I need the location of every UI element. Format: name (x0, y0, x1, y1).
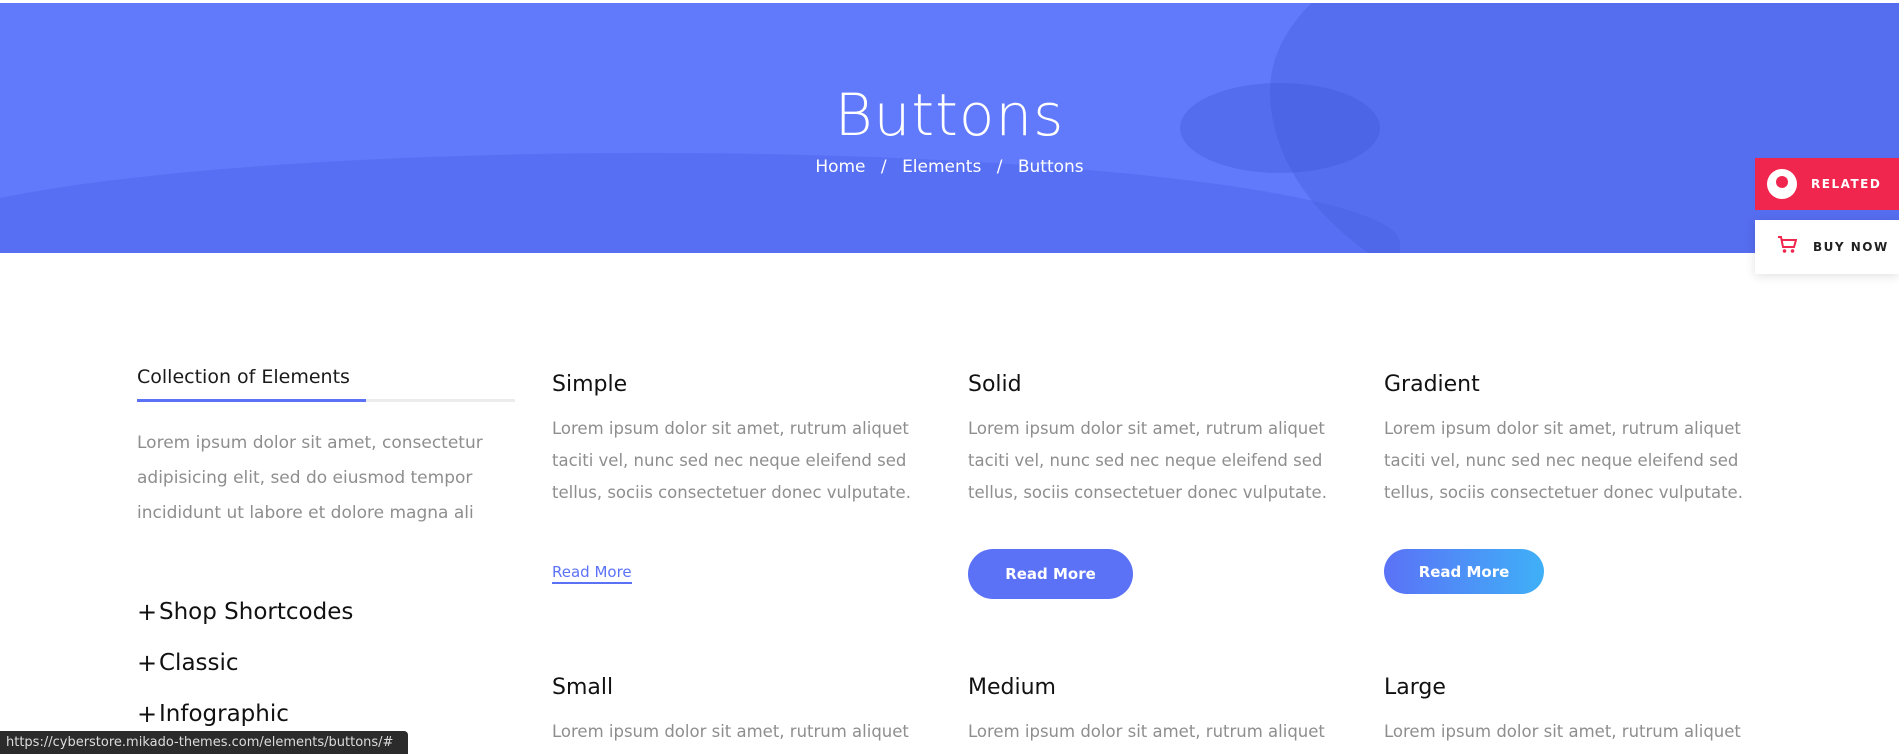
sidebar-item-classic[interactable]: + Classic (137, 648, 515, 699)
breadcrumb-elements[interactable]: Elements (902, 157, 981, 177)
sidebar-category-list: + Shop Shortcodes + Classic + Infographi… (137, 597, 515, 750)
related-icon (1767, 169, 1797, 199)
card-title: Solid (968, 372, 1022, 397)
buy-now-button[interactable]: BUY NOW (1755, 220, 1899, 274)
related-label: RELATED (1811, 177, 1882, 191)
related-button[interactable]: RELATED (1755, 158, 1899, 210)
sidebar-item-label: Shop Shortcodes (159, 599, 354, 625)
card-large: Large Lorem ipsum dolor sit amet, rutrum… (1384, 674, 1779, 748)
card-text: Lorem ipsum dolor sit amet, rutrum aliqu… (552, 722, 909, 741)
card-title: Small (552, 675, 614, 700)
sidebar-description: Lorem ipsum dolor sit amet, consectetur … (137, 433, 483, 523)
page-title: Buttons (834, 81, 1065, 149)
card-simple: Simple Lorem ipsum dolor sit amet, rutru… (552, 371, 947, 509)
card-title: Large (1384, 675, 1446, 700)
card-text: Lorem ipsum dolor sit amet, rutrum aliqu… (552, 419, 911, 502)
plus-icon: + (137, 598, 158, 626)
sidebar-item-label: Classic (159, 650, 239, 676)
card-title: Medium (968, 675, 1056, 700)
breadcrumb-current: Buttons (1017, 157, 1084, 177)
sidebar-title-divider (137, 399, 515, 402)
read-more-link-button[interactable]: Read More (552, 563, 632, 584)
status-bar-url: https://cyberstore.mikado-themes.com/ele… (0, 731, 408, 754)
card-text: Lorem ipsum dolor sit amet, rutrum aliqu… (1384, 419, 1743, 502)
card-small: Small Lorem ipsum dolor sit amet, rutrum… (552, 674, 947, 748)
card-text: Lorem ipsum dolor sit amet, rutrum aliqu… (968, 722, 1325, 741)
card-gradient: Gradient Lorem ipsum dolor sit amet, rut… (1384, 371, 1779, 509)
breadcrumb: Home / Elements / Buttons (0, 157, 1899, 177)
plus-icon: + (137, 700, 158, 728)
sidebar-title: Collection of Elements (137, 366, 350, 388)
buy-now-label: BUY NOW (1813, 240, 1889, 254)
sidebar: Collection of Elements Lorem ipsum dolor… (137, 366, 515, 750)
breadcrumb-home[interactable]: Home (815, 157, 865, 177)
card-title: Gradient (1384, 372, 1480, 397)
sidebar-item-shop-shortcodes[interactable]: + Shop Shortcodes (137, 597, 515, 648)
read-more-solid-button[interactable]: Read More (968, 549, 1133, 599)
card-text: Lorem ipsum dolor sit amet, rutrum aliqu… (968, 419, 1327, 502)
breadcrumb-separator: / (996, 157, 1003, 177)
card-solid: Solid Lorem ipsum dolor sit amet, rutrum… (968, 371, 1363, 509)
card-text: Lorem ipsum dolor sit amet, rutrum aliqu… (1384, 722, 1741, 741)
card-title: Simple (552, 372, 628, 397)
page-hero: Buttons Home / Elements / Buttons (0, 3, 1899, 253)
plus-icon: + (137, 649, 158, 677)
card-medium: Medium Lorem ipsum dolor sit amet, rutru… (968, 674, 1363, 748)
sidebar-item-label: Infographic (159, 701, 289, 727)
sidebar-title-underline (137, 399, 366, 402)
read-more-gradient-button[interactable]: Read More (1384, 549, 1544, 594)
breadcrumb-separator: / (880, 157, 887, 177)
cart-icon (1777, 235, 1798, 259)
